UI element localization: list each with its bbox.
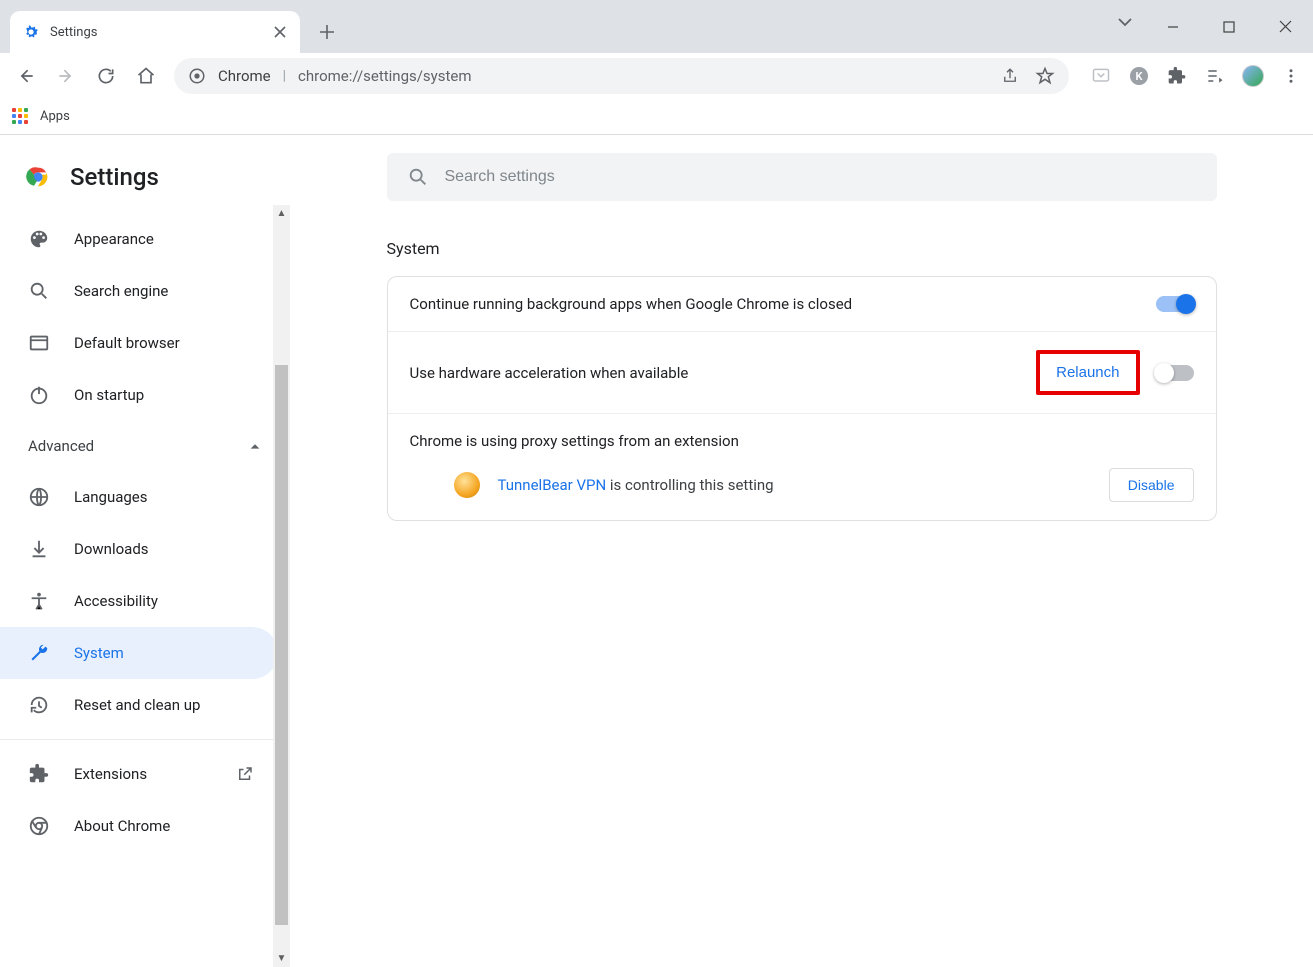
scroll-up-arrow-icon[interactable]: ▲ — [273, 205, 290, 222]
sidebar-item-label: Appearance — [74, 230, 154, 248]
address-bar[interactable]: Chrome | chrome://settings/system — [174, 58, 1069, 94]
sidebar-item-label: Default browser — [74, 334, 180, 352]
highlight-annotation: Relaunch — [1036, 350, 1139, 395]
omnibox-separator: | — [283, 68, 286, 84]
search-icon — [28, 280, 50, 302]
tab-strip: Settings — [0, 0, 1313, 53]
sidebar-item-on-startup[interactable]: On startup — [0, 369, 278, 421]
setting-label: Continue running background apps when Go… — [410, 295, 1140, 313]
bookmark-apps[interactable]: Apps — [40, 109, 70, 124]
sidebar-item-appearance[interactable]: Appearance — [0, 213, 278, 265]
media-control-icon[interactable] — [1201, 62, 1229, 90]
sidebar-item-search-engine[interactable]: Search engine — [0, 265, 278, 317]
sidebar-item-label: Accessibility — [74, 592, 158, 610]
sidebar-advanced-label: Advanced — [28, 437, 94, 455]
setting-background-apps: Continue running background apps when Go… — [388, 277, 1216, 332]
profile-avatar[interactable] — [1239, 62, 1267, 90]
extension-avatar-icon[interactable]: K — [1125, 62, 1153, 90]
sidebar-item-label: About Chrome — [74, 817, 170, 835]
forward-button[interactable] — [48, 58, 84, 94]
sidebar-divider — [0, 739, 290, 740]
bookmark-star-icon[interactable] — [1035, 66, 1055, 86]
bookmarks-bar: Apps — [0, 99, 1313, 135]
browser-tab[interactable]: Settings — [10, 11, 300, 53]
share-icon[interactable] — [1001, 67, 1019, 85]
chrome-icon — [28, 815, 50, 837]
external-link-icon — [236, 765, 254, 783]
sidebar-item-label: System — [74, 644, 124, 662]
sidebar-item-downloads[interactable]: Downloads — [0, 523, 278, 575]
toggle-hardware-acceleration[interactable] — [1156, 365, 1194, 381]
window-controls — [1145, 0, 1313, 53]
sidebar-advanced-toggle[interactable]: Advanced — [0, 421, 290, 471]
apps-grid-icon[interactable] — [12, 108, 30, 126]
sidebar-item-about-chrome[interactable]: About Chrome — [0, 800, 278, 852]
settings-search-input[interactable] — [445, 168, 1197, 186]
section-title: System — [387, 239, 1217, 258]
omnibox-prefix: Chrome — [218, 67, 271, 85]
sidebar-scrollbar[interactable]: ▲ ▼ — [273, 205, 290, 967]
chrome-menu-button[interactable] — [1277, 62, 1305, 90]
sidebar-header: Settings — [0, 153, 290, 213]
sidebar-title: Settings — [70, 163, 159, 191]
setting-hardware-acceleration: Use hardware acceleration when available… — [388, 332, 1216, 414]
sidebar-item-languages[interactable]: Languages — [0, 471, 278, 523]
close-window-button[interactable] — [1257, 7, 1313, 47]
sidebar-item-extensions[interactable]: Extensions — [0, 748, 278, 800]
tunnelbear-icon — [454, 472, 480, 498]
chevron-up-icon — [248, 439, 262, 453]
puzzle-icon — [28, 763, 50, 785]
setting-proxy: Chrome is using proxy settings from an e… — [388, 414, 1216, 520]
extension-desc: is controlling this setting — [606, 476, 773, 494]
chrome-logo-icon — [24, 163, 52, 191]
sidebar-item-label: Search engine — [74, 282, 168, 300]
toggle-background-apps[interactable] — [1156, 296, 1194, 312]
new-tab-button[interactable] — [312, 17, 342, 47]
setting-label: Chrome is using proxy settings from an e… — [410, 432, 739, 450]
maximize-button[interactable] — [1201, 7, 1257, 47]
settings-page: Settings Appearance Search engine Defaul… — [0, 135, 1313, 967]
sidebar-item-label: Reset and clean up — [74, 696, 200, 714]
extension-name-link[interactable]: TunnelBear VPN — [498, 476, 607, 494]
setting-label: Use hardware acceleration when available — [410, 364, 1021, 382]
sidebar-item-label: Languages — [74, 488, 148, 506]
settings-sidebar: Settings Appearance Search engine Defaul… — [0, 135, 290, 967]
extensions-puzzle-icon[interactable] — [1163, 62, 1191, 90]
relaunch-button[interactable]: Relaunch — [1042, 356, 1133, 389]
browser-toolbar: Chrome | chrome://settings/system K — [0, 53, 1313, 99]
accessibility-icon — [28, 590, 50, 612]
site-info-icon[interactable] — [188, 67, 206, 85]
pocket-icon[interactable] — [1087, 62, 1115, 90]
system-settings-card: Continue running background apps when Go… — [387, 276, 1217, 521]
sidebar-item-accessibility[interactable]: Accessibility — [0, 575, 278, 627]
tab-close-button[interactable] — [272, 24, 288, 40]
tab-title: Settings — [50, 25, 262, 40]
scroll-down-arrow-icon[interactable]: ▼ — [273, 950, 290, 967]
back-button[interactable] — [8, 58, 44, 94]
sidebar-item-label: On startup — [74, 386, 144, 404]
download-icon — [28, 538, 50, 560]
settings-main: System Continue running background apps … — [290, 135, 1313, 967]
restore-icon — [28, 694, 50, 716]
settings-search[interactable] — [387, 153, 1217, 201]
omnibox-url: chrome://settings/system — [298, 67, 471, 85]
minimize-button[interactable] — [1145, 7, 1201, 47]
sidebar-item-reset[interactable]: Reset and clean up — [0, 679, 278, 731]
wrench-icon — [28, 642, 50, 664]
scrollbar-thumb[interactable] — [275, 365, 288, 925]
power-icon — [28, 384, 50, 406]
sidebar-item-label: Extensions — [74, 765, 147, 783]
sidebar-item-default-browser[interactable]: Default browser — [0, 317, 278, 369]
disable-extension-button[interactable]: Disable — [1109, 468, 1194, 502]
browser-icon — [28, 332, 50, 354]
sidebar-item-system[interactable]: System — [0, 627, 278, 679]
palette-icon — [28, 228, 50, 250]
sidebar-item-label: Downloads — [74, 540, 149, 558]
home-button[interactable] — [128, 58, 164, 94]
globe-icon — [28, 486, 50, 508]
reload-button[interactable] — [88, 58, 124, 94]
search-icon — [407, 166, 429, 188]
settings-gear-icon — [22, 23, 40, 41]
tab-search-chevron-icon[interactable] — [1117, 14, 1133, 30]
